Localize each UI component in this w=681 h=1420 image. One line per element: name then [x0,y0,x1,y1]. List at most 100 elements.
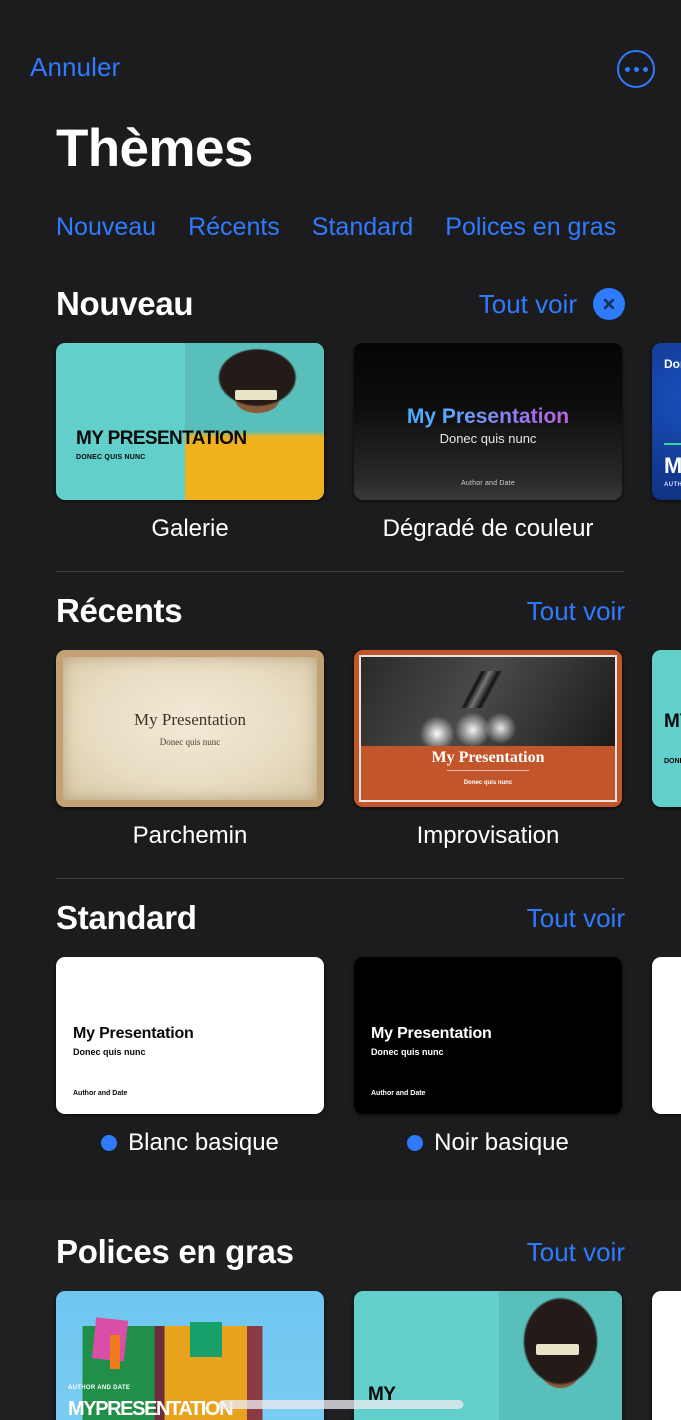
theme-thumbnail[interactable] [652,1291,681,1420]
sunglasses-art [536,1344,580,1356]
theme-card-bold-3[interactable] [652,1291,681,1420]
theme-thumbnail[interactable]: My Presentation Donec quis nunc Author a… [354,957,622,1114]
see-all-standard[interactable]: Tout voir [527,903,625,934]
selected-dot-icon [407,1135,424,1151]
slide-footer: AUTHOR AND DATE [664,482,681,488]
see-all-polices[interactable]: Tout voir [527,1237,625,1268]
slide-title: My Presentation [73,1025,194,1042]
slide-footer: Author and Date [461,480,515,487]
section-title: Standard [56,899,197,936]
slide-subtitle: Donec quis nunc [463,779,513,786]
theme-row-standard[interactable]: My Presentation Donec quis nunc Author a… [0,957,681,1157]
section-nouveau: Nouveau Tout voir MY PRESENTATION DONEC … [0,265,681,572]
photo-art [498,1291,622,1420]
theme-name-text: Blanc basique [128,1129,279,1156]
slide-title: My Presentation [431,749,545,767]
section-polices-en-gras: Polices en gras Tout voir AUTHOR AND DAT… [0,1199,681,1420]
slide-footer: Author and Date [73,1090,128,1097]
dot-3 [642,66,648,72]
section-title: Polices en gras [56,1233,294,1270]
theme-thumbnail[interactable]: MY PRESENTATION DONEC [652,650,681,807]
theme-card-white-partial[interactable] [652,957,681,1157]
theme-thumbnail[interactable]: My Presentation Donec quis nunc Author a… [354,343,622,500]
theme-card-improvisation[interactable]: My Presentation Donec quis nunc Improvis… [354,650,622,850]
section-recents: Récents Tout voir My Presentation Donec … [0,572,681,879]
theme-card-blanc-basique[interactable]: My Presentation Donec quis nunc Author a… [56,957,324,1157]
slide-top-text: Donec [664,357,681,371]
selected-dot-icon [101,1135,118,1151]
quicknav-link-nouveau[interactable]: Nouveau [56,213,156,242]
theme-name: Galerie [56,515,324,543]
page-title: Thèmes [56,119,253,178]
theme-card-parchemin[interactable]: My Presentation Donec quis nunc Parchemi… [56,650,324,850]
trumpet-photo-art [361,657,615,746]
slide-footer: Author and Date [371,1090,426,1097]
cancel-button[interactable]: Annuler [30,52,120,83]
slide-subtitle: Donec quis nunc [73,1047,146,1057]
slide-footer: AUTHOR AND DATE [68,1385,131,1392]
slide-title: My [664,453,681,478]
theme-name: Parchemin [56,822,324,850]
theme-name: Noir basique [354,1129,622,1157]
home-indicator[interactable] [218,1400,463,1409]
see-all-nouveau[interactable]: Tout voir [479,289,577,320]
dot-2 [633,66,639,72]
section-title: Nouveau [56,285,194,322]
section-standard: Standard Tout voir My Presentation Donec… [0,879,681,1157]
theme-card-galerie[interactable]: MY PRESENTATION DONEC QUIS NUNC Galerie [56,343,324,543]
theme-thumbnail[interactable]: Donec My AUTHOR AND DATE [652,343,681,500]
theme-thumbnail[interactable]: My Presentation Donec quis nunc [56,650,324,807]
slide-title: MYPRESENTATION [68,1397,234,1420]
ellipsis-circle-icon[interactable] [617,50,655,88]
theme-name: Improvisation [354,822,622,850]
section-header-polices: Polices en gras Tout voir [0,1213,681,1291]
collar-art-2 [190,1322,223,1357]
theme-name-text: Dégradé de couleur [382,515,594,542]
accent-rule [664,443,681,445]
slide-subtitle: Donec quis nunc [159,737,221,747]
theme-card-noir-basique[interactable]: My Presentation Donec quis nunc Author a… [354,957,622,1157]
quicknav-link-recents[interactable]: Récents [188,213,280,242]
tie-art [109,1334,121,1370]
top-bar: Annuler [0,0,681,110]
quick-nav: Nouveau Récents Standard Polices en gras [56,213,616,242]
frame-art: My Presentation Donec quis nunc [359,655,617,802]
slide-subtitle: Donec quis nunc [439,431,537,446]
theme-thumbnail[interactable]: My Presentation Donec quis nunc [354,650,622,807]
dot-1 [624,66,630,72]
theme-name-text: Galerie [151,515,229,542]
theme-thumbnail[interactable]: My Presentation Donec quis nunc Author a… [56,957,324,1114]
slide-title: MY PRESENTATION [664,711,681,732]
slide-text: MY PRESENTATION DONEC QUIS NUNC [76,428,247,462]
theme-card-blue-partial[interactable]: Donec My AUTHOR AND DATE [652,343,681,543]
theme-name: Blanc basique [56,1129,324,1157]
sunglasses-art [185,343,324,500]
theme-row-recents[interactable]: My Presentation Donec quis nunc Parchemi… [0,650,681,850]
parchment-art: My Presentation Donec quis nunc [63,657,317,800]
theme-name: Dégradé de couleur [354,515,622,543]
slide-subtitle: DONEC QUIS NUNC [76,454,146,461]
slide-title: My Presentation [354,405,622,429]
slide-title: MY PRESENTATION [76,428,247,449]
quicknav-link-polices[interactable]: Polices en gras [445,213,616,242]
close-icon[interactable] [593,288,625,320]
theme-name-text: Improvisation [416,822,560,849]
section-header-recents: Récents Tout voir [0,572,681,650]
theme-name-text: Parchemin [132,822,248,849]
section-header-standard: Standard Tout voir [0,879,681,957]
slide-title: My Presentation [371,1025,492,1042]
slide-title: My Presentation [134,710,246,729]
theme-thumbnail[interactable] [652,957,681,1114]
themes-scroll-area[interactable]: Nouveau Tout voir MY PRESENTATION DONEC … [0,265,681,1420]
slide-subtitle: Donec quis nunc [371,1047,444,1057]
slide-subtitle: DONEC [664,758,681,765]
quicknav-link-standard[interactable]: Standard [312,213,413,242]
section-header-nouveau: Nouveau Tout voir [0,265,681,343]
theme-name-text: Noir basique [434,1129,569,1156]
see-all-recents[interactable]: Tout voir [527,596,625,627]
trumpet-icon [401,671,560,709]
theme-row-nouveau[interactable]: MY PRESENTATION DONEC QUIS NUNC Galerie … [0,343,681,543]
theme-card-degrade-de-couleur[interactable]: My Presentation Donec quis nunc Author a… [354,343,622,543]
theme-card-teal-partial[interactable]: MY PRESENTATION DONEC [652,650,681,850]
theme-thumbnail[interactable]: MY PRESENTATION DONEC QUIS NUNC [56,343,324,500]
